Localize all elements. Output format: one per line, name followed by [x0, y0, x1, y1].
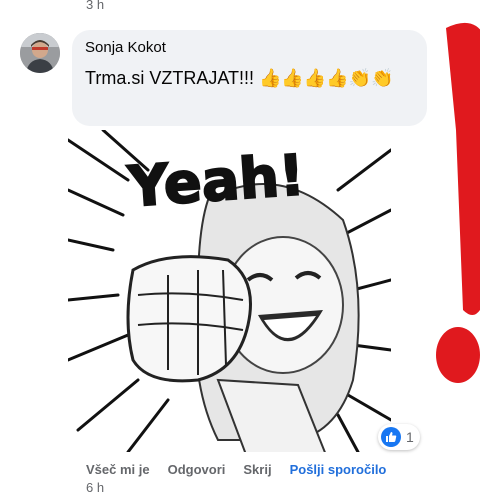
- comment-time[interactable]: 6 h: [86, 480, 104, 495]
- red-exclamation-mark: [436, 22, 480, 383]
- avatar[interactable]: [20, 33, 60, 73]
- hide-button[interactable]: Skrij: [243, 462, 271, 477]
- reaction-summary[interactable]: 1: [378, 424, 420, 450]
- sticker-image[interactable]: Yeah!: [68, 130, 391, 452]
- comment-author[interactable]: Sonja Kokot: [85, 39, 166, 56]
- previous-comment-actions: [150, 0, 390, 4]
- comment-bubble: Sonja Kokot Trma.si VZTRAJAT!!! 👍👍👍👍👏👏: [72, 30, 427, 126]
- like-icon: [381, 427, 401, 447]
- like-button[interactable]: Všeč mi je: [86, 462, 150, 477]
- previous-comment-time: 3 h: [86, 0, 105, 12]
- comment-actions: Všeč mi je Odgovori Skrij Pošlji sporoči…: [86, 462, 386, 477]
- reaction-count: 1: [406, 429, 414, 445]
- send-message-button[interactable]: Pošlji sporočilo: [290, 462, 387, 477]
- sticker-text: Yeah!: [125, 143, 307, 220]
- reply-button[interactable]: Odgovori: [168, 462, 226, 477]
- comment-text: Trma.si VZTRAJAT!!! 👍👍👍👍👏👏: [85, 68, 394, 88]
